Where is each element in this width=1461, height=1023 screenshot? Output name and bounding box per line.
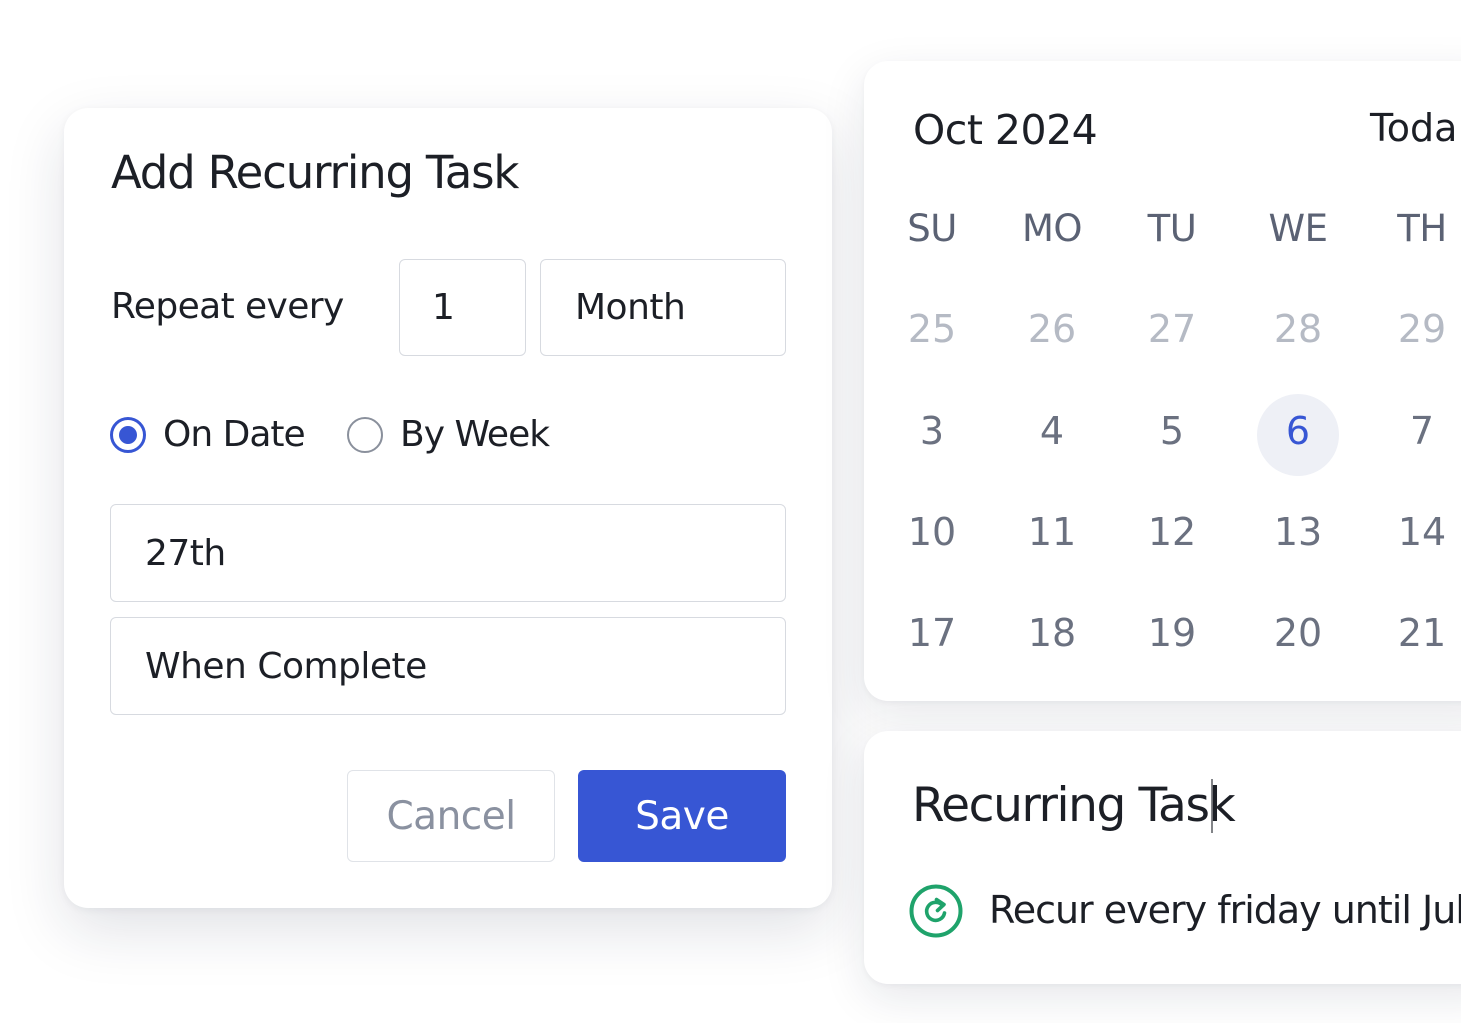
- recurrence-condition-field[interactable]: When Complete: [110, 617, 786, 715]
- calendar-day[interactable]: 19: [1112, 611, 1232, 655]
- repeat-unit-value: Month: [575, 287, 686, 328]
- calendar-day[interactable]: 7: [1362, 409, 1461, 453]
- day-of-month-value: 27th: [145, 532, 226, 574]
- weekday-header: TU: [1147, 207, 1197, 250]
- weekday-header: SU: [907, 207, 957, 250]
- repeat-unit-select[interactable]: Month: [540, 259, 786, 356]
- weekday-header: MO: [1021, 207, 1083, 250]
- calendar-day[interactable]: 27: [1112, 307, 1232, 351]
- calendar-day[interactable]: 28: [1238, 307, 1358, 351]
- repeat-every-label: Repeat every: [111, 286, 344, 327]
- calendar-day[interactable]: 18: [992, 611, 1112, 655]
- on-date-radio[interactable]: On Date: [110, 414, 306, 455]
- on-date-label: On Date: [163, 414, 306, 455]
- radio-unchecked-icon: [347, 416, 383, 453]
- calendar-card: Oct 2024 Toda SU MO TU WE TH 25 26 27 28 29 3 4 5 6 7 1…: [864, 61, 1461, 701]
- calendar-day[interactable]: 4: [992, 409, 1112, 453]
- today-button[interactable]: Toda: [1370, 106, 1457, 150]
- calendar-day[interactable]: 29: [1362, 307, 1461, 351]
- dialog-title: Add Recurring Task: [111, 146, 519, 199]
- calendar-day[interactable]: 20: [1238, 611, 1358, 655]
- repeat-count-input[interactable]: 1: [399, 259, 526, 356]
- calendar-day[interactable]: 12: [1112, 510, 1232, 554]
- task-title: Recurring Task: [912, 778, 1236, 833]
- calendar-day[interactable]: 13: [1238, 510, 1358, 554]
- calendar-day[interactable]: 11: [992, 510, 1112, 554]
- radio-checked-icon: [110, 416, 146, 453]
- recurring-task-card: Recurring Task Recur every friday until …: [864, 731, 1461, 984]
- calendar-day[interactable]: 5: [1112, 409, 1232, 453]
- screenshot-stage: Add Recurring Task Repeat every 1 Month …: [0, 0, 1461, 1023]
- weekday-header: WE: [1268, 207, 1328, 250]
- recurring-icon: [909, 884, 963, 938]
- repeat-count-value: 1: [432, 287, 455, 328]
- calendar-day[interactable]: 6: [1238, 409, 1358, 453]
- calendar-day[interactable]: 25: [872, 307, 992, 351]
- calendar-day[interactable]: 26: [992, 307, 1112, 351]
- cancel-button[interactable]: Cancel: [347, 770, 555, 862]
- calendar-day[interactable]: 17: [872, 611, 992, 655]
- day-of-month-field[interactable]: 27th: [110, 504, 786, 602]
- save-button[interactable]: Save: [578, 770, 786, 862]
- calendar-day[interactable]: 10: [872, 510, 992, 554]
- recurrence-rule-text: Recur every friday until Jul: [989, 888, 1461, 932]
- weekday-header: TH: [1397, 207, 1447, 250]
- text-cursor: [1211, 779, 1213, 833]
- add-recurring-task-dialog: Add Recurring Task Repeat every 1 Month …: [64, 108, 832, 908]
- calendar-month-label: Oct 2024: [913, 106, 1098, 154]
- recurrence-condition-value: When Complete: [145, 645, 427, 687]
- calendar-day[interactable]: 3: [872, 409, 992, 453]
- calendar-day[interactable]: 14: [1362, 510, 1461, 554]
- by-week-label: By Week: [400, 414, 550, 455]
- calendar-day[interactable]: 21: [1362, 611, 1461, 655]
- by-week-radio[interactable]: By Week: [347, 414, 550, 455]
